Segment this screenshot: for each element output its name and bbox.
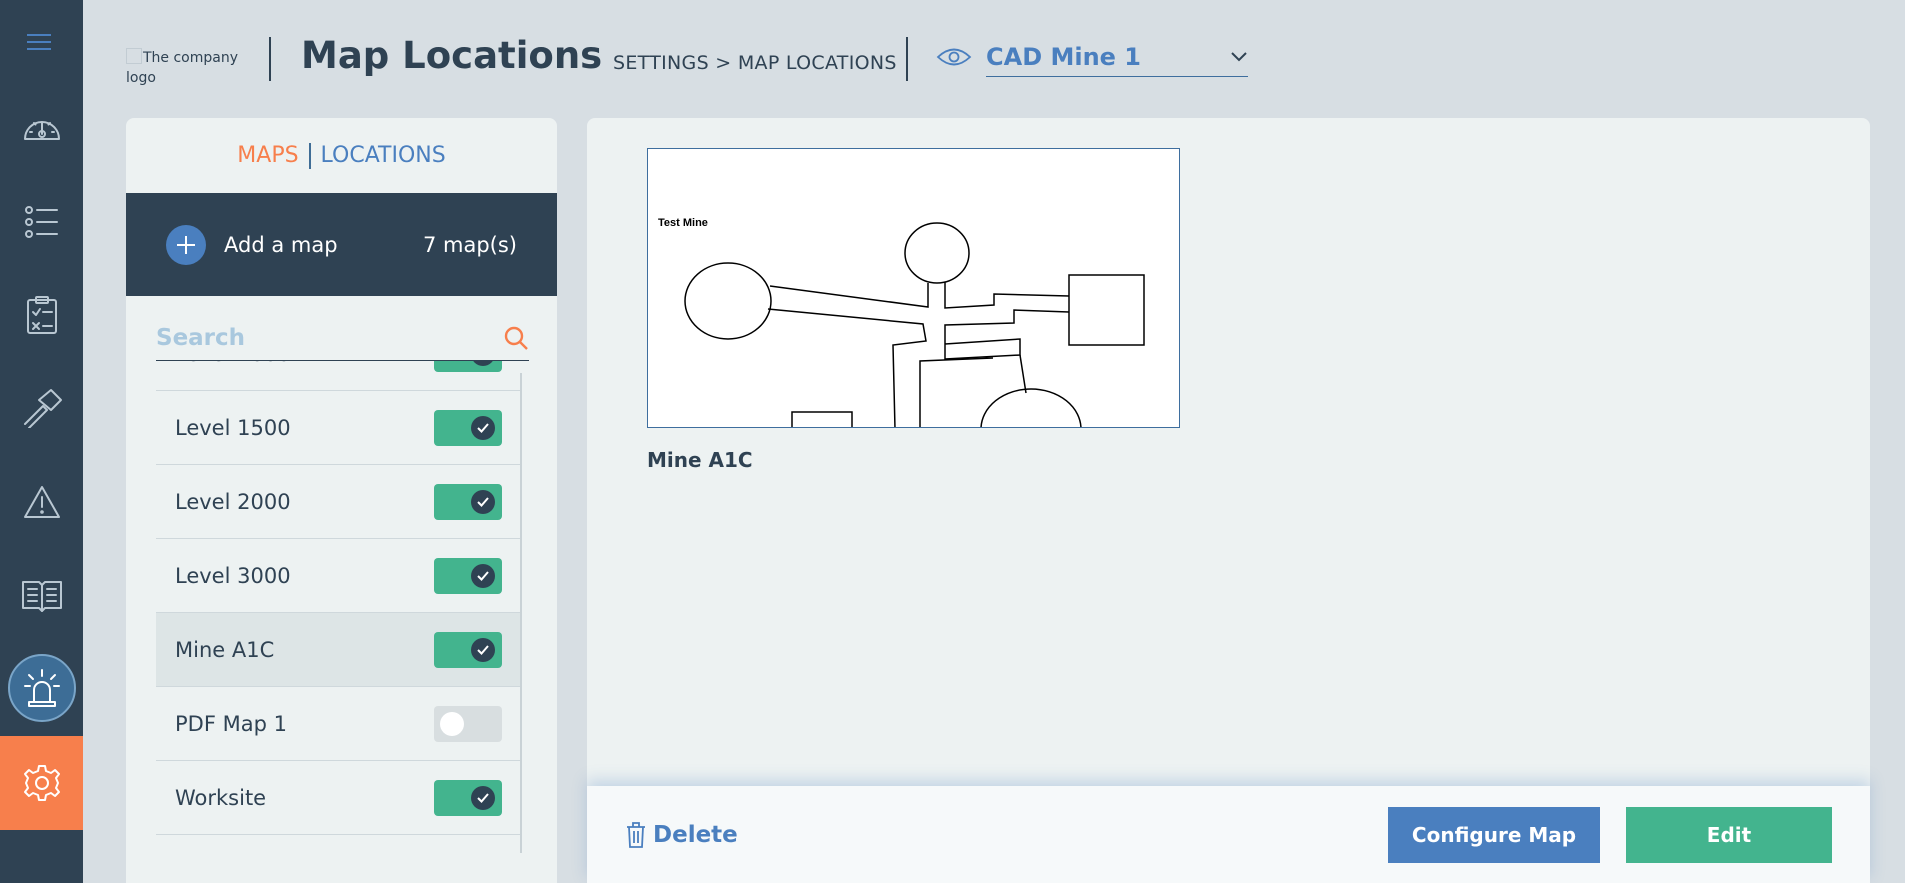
alarm-icon (23, 669, 60, 707)
gear-icon (23, 765, 60, 801)
map-preview-area: Test Mine Mine A1C (587, 118, 1870, 883)
enable-toggle[interactable] (434, 705, 502, 742)
list-item[interactable]: Level 1500 (156, 391, 522, 465)
list-item[interactable]: Level 2000 (156, 465, 522, 539)
dashboard-icon (23, 121, 60, 140)
nav-tools[interactable] (0, 361, 83, 455)
list-item[interactable]: Mine A1C (156, 613, 522, 687)
mine-map-drawing (684, 222, 1145, 427)
nav-list[interactable] (0, 175, 83, 269)
list-icon (24, 206, 58, 238)
add-map-bar: Add a map 7 map(s) (126, 193, 557, 296)
list-item[interactable]: PDF Map 1 (156, 687, 522, 761)
map-name-label: Level 1500 (175, 415, 291, 440)
list-scrollbar[interactable] (520, 373, 522, 853)
enable-toggle[interactable] (434, 361, 502, 372)
hammer-icon (23, 389, 62, 428)
map-name-label: Level 3000 (175, 563, 291, 588)
book-icon (21, 581, 62, 612)
tab-maps[interactable]: MAPS (237, 143, 298, 168)
hamburger-menu-icon[interactable] (26, 32, 52, 56)
tab-divider (308, 142, 311, 169)
warning-icon (23, 486, 60, 518)
action-footer: Delete Configure Map Edit (587, 786, 1870, 883)
add-map-button[interactable] (166, 224, 206, 265)
map-count: 7 map(s) (422, 232, 517, 257)
trash-icon (627, 821, 645, 848)
list-item[interactable]: Level 3000 (156, 539, 522, 613)
site-select-value: CAD Mine 1 (986, 43, 1141, 71)
check-icon (477, 644, 489, 655)
search-box (156, 315, 529, 361)
header-divider (269, 37, 271, 81)
search-icon[interactable] (503, 325, 529, 351)
delete-button[interactable]: Delete (625, 821, 738, 849)
toggle-knob (471, 563, 495, 588)
site-select[interactable]: CAD Mine 1 (986, 38, 1248, 77)
map-thumbnail[interactable]: Test Mine (647, 148, 1180, 428)
plus-icon (177, 235, 195, 254)
page-title: Map Locations (301, 34, 603, 77)
map-list: Level 1000 Level 1500 Level 2000 Level 3000… (156, 361, 522, 851)
panel-tabs: MAPS LOCATIONS (126, 118, 557, 193)
breadcrumb[interactable]: SETTINGS > MAP LOCATIONS (613, 52, 897, 74)
map-name-label: Level 1000 (175, 361, 434, 366)
map-name-label: Worksite (175, 785, 267, 810)
header-divider-2 (906, 37, 908, 81)
toggle-knob (471, 785, 495, 810)
enable-toggle[interactable] (434, 409, 502, 446)
toggle-knob (471, 415, 495, 440)
check-icon (477, 570, 489, 581)
selected-map-name: Mine A1C (647, 448, 753, 472)
edit-button[interactable]: Edit (1626, 806, 1832, 863)
nav-manual[interactable] (0, 548, 83, 642)
nav-checklist[interactable] (0, 268, 83, 362)
configure-map-button[interactable]: Configure Map (1388, 806, 1600, 863)
toggle-knob (471, 489, 495, 514)
enable-toggle[interactable] (434, 483, 502, 520)
broken-image-icon (126, 48, 142, 64)
toggle-knob (440, 711, 464, 736)
chevron-down-icon (1231, 52, 1247, 62)
checklist-icon (26, 296, 57, 334)
check-icon (477, 422, 489, 433)
maps-panel: MAPS LOCATIONS Add a map 7 map(s) Level … (126, 118, 557, 883)
toggle-knob (471, 361, 495, 366)
nav-settings[interactable] (0, 736, 83, 830)
toggle-knob (471, 637, 495, 662)
check-icon (477, 496, 489, 507)
search-input[interactable] (156, 324, 503, 351)
enable-toggle[interactable] (434, 557, 502, 594)
nav-warnings[interactable] (0, 455, 83, 549)
add-map-label[interactable]: Add a map (224, 233, 423, 257)
enable-toggle[interactable] (434, 631, 502, 668)
left-nav (0, 0, 83, 883)
nav-dashboard[interactable] (0, 81, 83, 175)
map-name-label: PDF Map 1 (175, 711, 287, 736)
nav-alerts[interactable] (0, 641, 83, 735)
alert-active-indicator (7, 654, 76, 722)
map-name-label: Level 2000 (175, 489, 291, 514)
check-icon (477, 792, 489, 803)
company-logo: The company logo (126, 48, 246, 88)
delete-label: Delete (653, 821, 738, 848)
list-item[interactable]: Level 1000 (156, 361, 522, 391)
logo-alt-text: The company logo (126, 50, 239, 86)
eye-icon[interactable] (936, 44, 972, 74)
map-name-label: Mine A1C (175, 637, 275, 662)
enable-toggle[interactable] (434, 779, 502, 816)
list-item[interactable]: Worksite (156, 761, 522, 835)
tab-locations[interactable]: LOCATIONS (321, 143, 446, 168)
